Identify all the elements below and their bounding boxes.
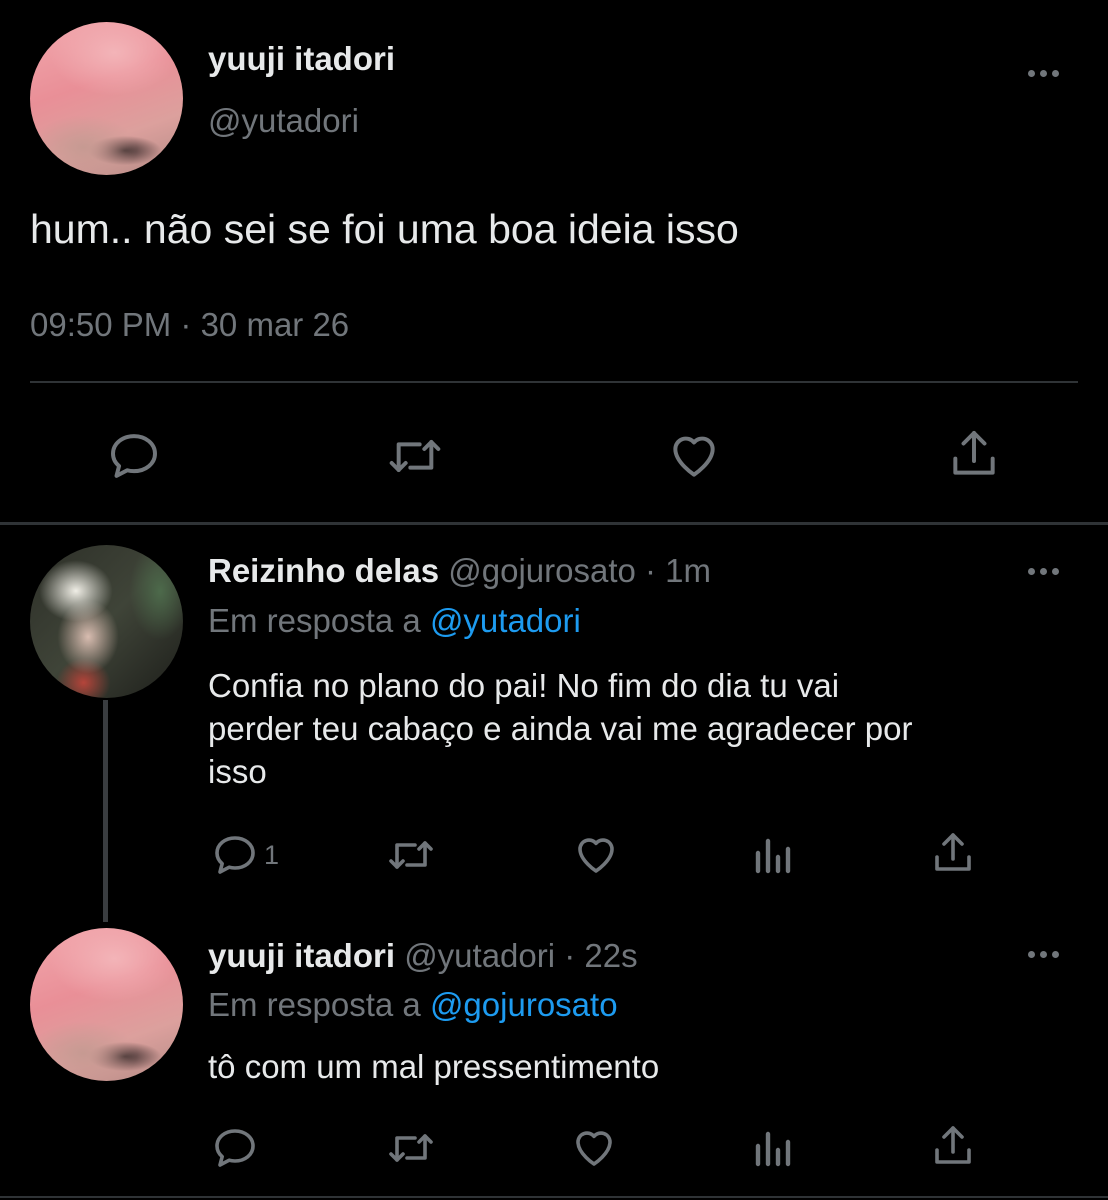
reply-header: yuuji itadori @yutadori · 22s — [208, 937, 638, 975]
heart-icon[interactable] — [666, 428, 722, 484]
display-name[interactable]: yuuji itadori — [208, 40, 395, 78]
reply-to-link[interactable]: @gojurosato — [430, 986, 618, 1023]
reply-text: tô com um mal pressentimento — [208, 1048, 660, 1085]
share-icon[interactable] — [946, 426, 1002, 482]
handle[interactable]: @yutadori — [208, 102, 359, 140]
reply-icon[interactable] — [106, 428, 162, 484]
retweet-icon[interactable] — [386, 1124, 436, 1172]
more-icon[interactable] — [1028, 951, 1059, 958]
tweet-timestamp[interactable]: 09:50 PM · 30 mar 26 — [30, 306, 349, 344]
thread-line — [103, 700, 108, 922]
avatar[interactable] — [30, 545, 183, 698]
display-name[interactable]: yuuji itadori — [208, 937, 395, 974]
reply-to-link[interactable]: @yutadori — [430, 602, 581, 639]
analytics-icon[interactable] — [752, 831, 796, 879]
more-icon[interactable] — [1028, 568, 1059, 575]
divider — [30, 381, 1078, 383]
retweet-icon[interactable] — [386, 831, 436, 879]
analytics-icon[interactable] — [752, 1124, 796, 1172]
reply-header: Reizinho delas @gojurosato · 1m — [208, 552, 711, 590]
share-icon[interactable] — [929, 1122, 977, 1170]
avatar[interactable] — [30, 22, 183, 175]
reply-text: Confia no plano do pai! No fim do dia tu… — [208, 667, 913, 790]
reply-icon[interactable] — [211, 831, 259, 879]
reply-time[interactable]: · 1m — [645, 552, 711, 589]
handle[interactable]: @gojurosato — [448, 552, 636, 589]
bottom-divider — [0, 1196, 1108, 1198]
avatar[interactable] — [30, 928, 183, 1081]
replying-to: Em resposta a @yutadori — [208, 602, 581, 639]
reply-time[interactable]: · 22s — [564, 937, 637, 974]
reply-icon[interactable] — [211, 1124, 259, 1172]
replying-to: Em resposta a @gojurosato — [208, 986, 618, 1023]
tweet-text: hum.. não sei se foi uma boa ideia isso — [30, 206, 739, 252]
heart-icon[interactable] — [572, 831, 620, 879]
share-icon[interactable] — [929, 829, 977, 877]
section-divider — [0, 522, 1108, 525]
more-icon[interactable] — [1028, 70, 1059, 77]
retweet-icon[interactable] — [386, 428, 444, 484]
reply-count: 1 — [264, 840, 280, 870]
display-name[interactable]: Reizinho delas — [208, 552, 439, 589]
handle[interactable]: @yutadori — [404, 937, 555, 974]
heart-icon[interactable] — [570, 1124, 618, 1172]
